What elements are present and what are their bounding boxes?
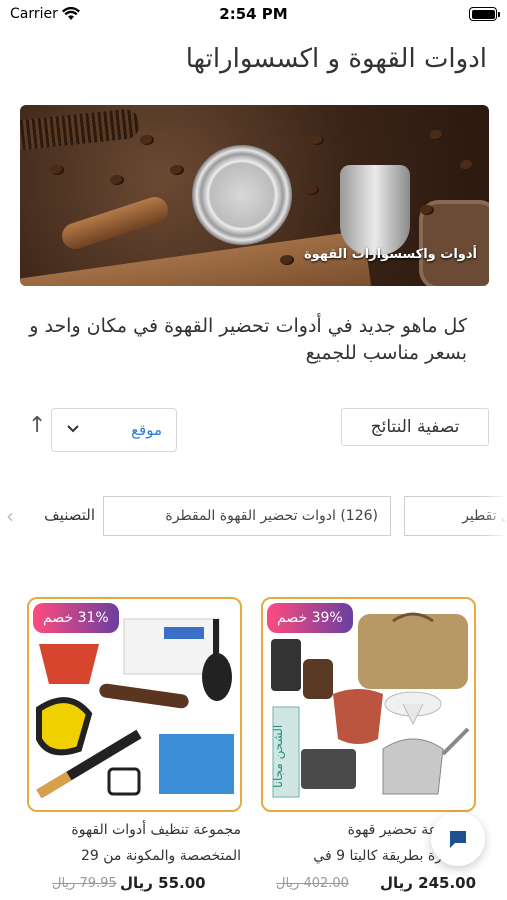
- coffee-bean: [110, 175, 124, 185]
- discount-badge: 39% خصم: [267, 603, 353, 633]
- product-title-line[interactable]: مجموعة تنظيف أدوات القهوة: [21, 817, 241, 843]
- banner-caption: أدوات واكسسوارات القهوة: [303, 247, 477, 262]
- coffee-bean: [280, 255, 294, 265]
- sort-dropdown[interactable]: موقع: [51, 408, 177, 452]
- chevron-left-icon[interactable]: ‹: [6, 504, 14, 528]
- coffee-bean: [430, 130, 444, 140]
- category-filter-row: ‹ التصنيف (126) ادوات تحضير القهوة المقط…: [0, 496, 507, 538]
- product-title-line[interactable]: المتخصصة والمكونة من 29: [21, 843, 241, 869]
- battery-icon: [469, 7, 500, 21]
- chevron-down-icon: [66, 422, 80, 438]
- free-shipping-ribbon: الشحن مجانا: [271, 724, 285, 789]
- product-card[interactable]: 39% خصم الشحن مجانا: [261, 597, 476, 812]
- coffee-bean: [170, 165, 184, 175]
- banner-tamper: [340, 165, 410, 255]
- coffee-bean: [460, 160, 474, 170]
- coffee-bean: [310, 135, 324, 145]
- page-title: ادوات القهوة و اكسسواراتها: [185, 44, 487, 74]
- chat-button[interactable]: [431, 812, 485, 866]
- product-old-price: 402.00 ريال: [276, 876, 349, 891]
- coffee-bean: [50, 165, 64, 175]
- discount-badge: 31% خصم: [33, 603, 119, 633]
- coffee-bean: [305, 185, 319, 195]
- banner-brush: [20, 107, 142, 153]
- product-price: 245.00 ريال: [380, 874, 477, 892]
- product-old-price: 79.95 ريال: [52, 876, 117, 891]
- category-description: كل ماهو جديد في أدوات تحضير القهوة في مك…: [29, 315, 467, 364]
- filter-results-button[interactable]: تصفية النتائج: [341, 408, 489, 446]
- banner-portafilter-handle: [58, 193, 172, 253]
- sort-selected-value: موقع: [131, 421, 162, 439]
- scroll-fade: [483, 496, 507, 536]
- category-banner-image: أدوات واكسسوارات القهوة: [20, 105, 489, 286]
- product-price: 55.00 ريال: [120, 874, 206, 892]
- coffee-bean: [420, 205, 434, 215]
- sort-direction-icon[interactable]: ↑: [28, 413, 46, 438]
- category-label: التصنيف: [44, 506, 95, 524]
- category-chip[interactable]: (126) ادوات تحضير القهوة المقطرة: [103, 496, 391, 536]
- clock: 2:54 PM: [219, 5, 288, 23]
- product-card[interactable]: 31% خصم: [27, 597, 242, 812]
- coffee-bean: [140, 135, 154, 145]
- chat-icon: [450, 831, 466, 848]
- banner-portafilter: [192, 145, 292, 245]
- status-bar: Carrier 2:54 PM: [0, 0, 507, 28]
